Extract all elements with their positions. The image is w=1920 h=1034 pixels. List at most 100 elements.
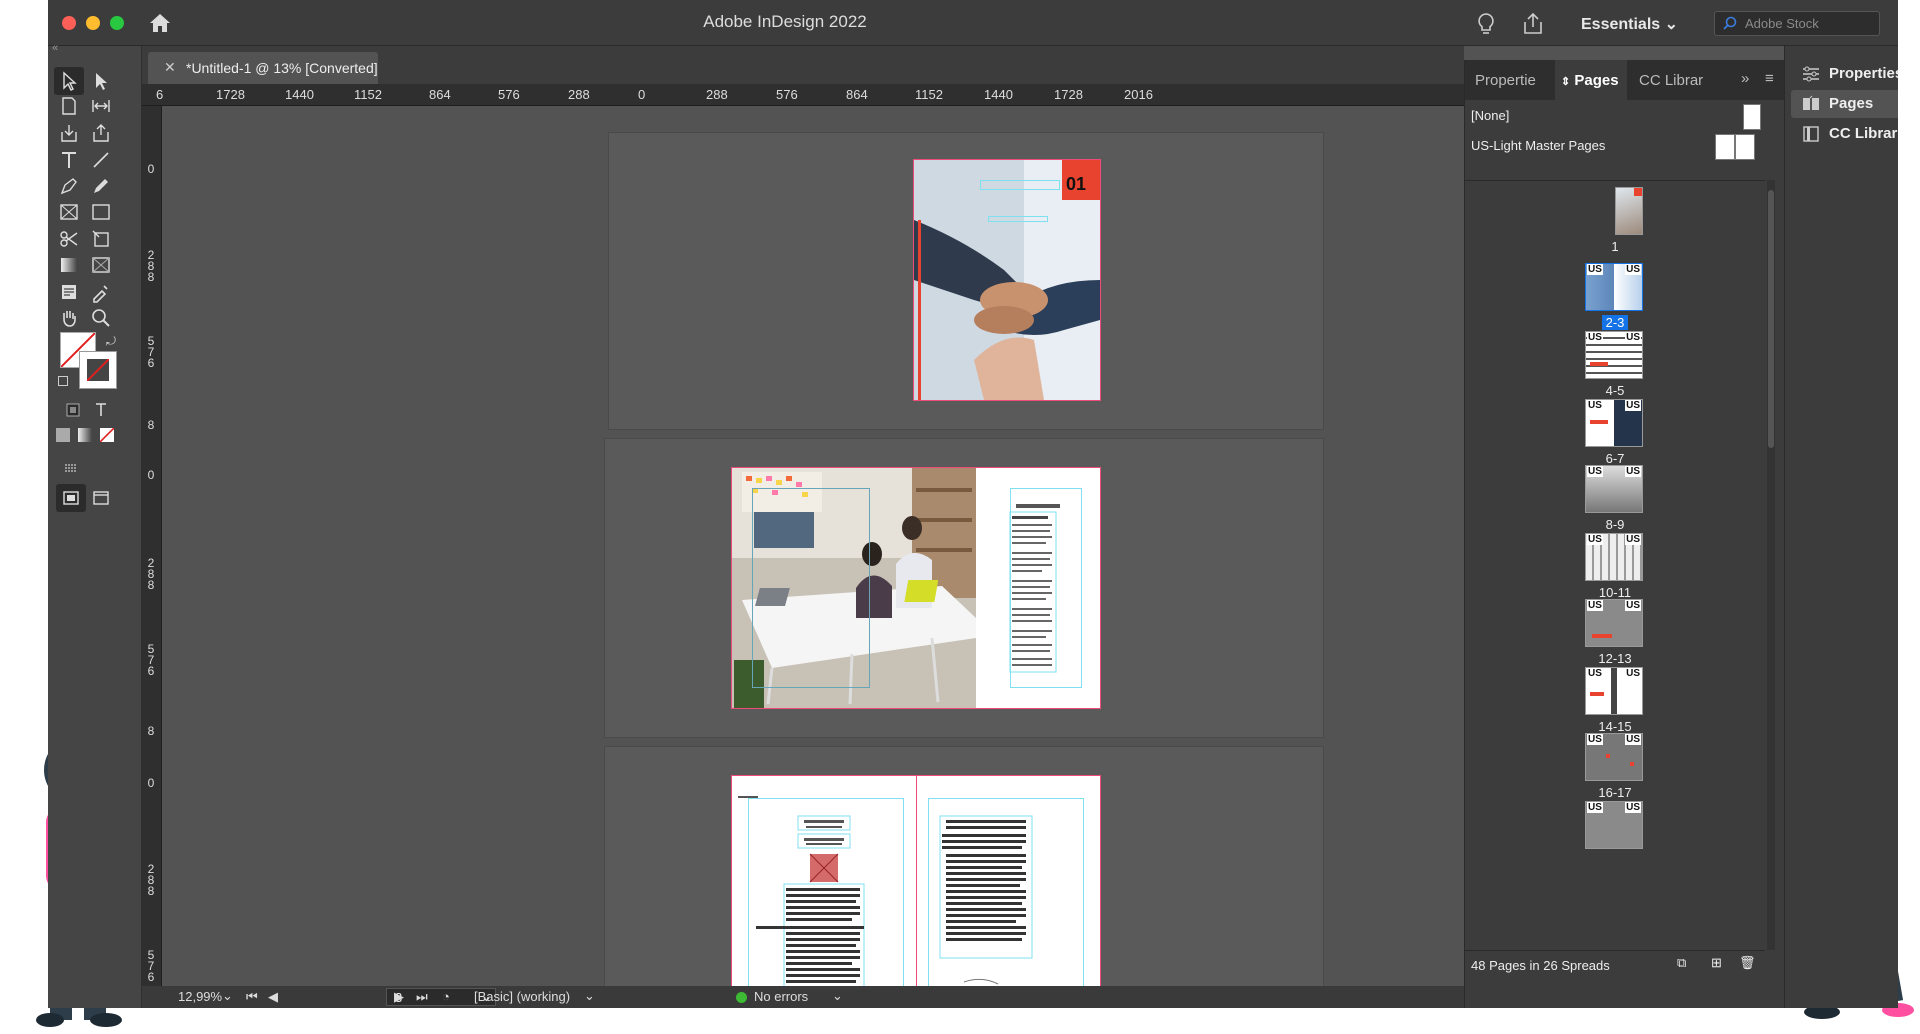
default-colors-icon[interactable] — [58, 376, 68, 386]
swap-colors-icon[interactable]: ⤾ — [106, 334, 116, 349]
apply-gradient-button[interactable] — [78, 428, 92, 442]
text-t-icon — [96, 403, 106, 416]
dots-icon — [65, 464, 77, 472]
close-tab-icon[interactable]: ✕ — [164, 59, 176, 76]
preflight-errors[interactable]: No errors — [754, 989, 808, 1004]
gap-icon — [92, 100, 110, 112]
edit-toolbar-button[interactable] — [56, 454, 86, 482]
lightbulb-icon[interactable] — [1476, 12, 1496, 36]
master-none[interactable]: [None] — [1471, 108, 1509, 123]
spread-label-text: 16-17 — [1598, 785, 1632, 800]
spread-thumbnail: US US — [1585, 331, 1643, 379]
scissors-tool[interactable] — [54, 225, 84, 253]
gradient-feather-icon — [92, 257, 110, 273]
formatting-affects-text[interactable] — [86, 396, 116, 424]
adobe-stock-search[interactable]: Adobe Stock — [1714, 11, 1880, 36]
delete-page-icon[interactable]: 🗑 — [1739, 955, 1756, 971]
pen-tool[interactable] — [54, 172, 84, 200]
next-page-icon[interactable]: ▶ — [394, 989, 404, 1005]
document-canvas[interactable]: 01 — [162, 106, 1464, 986]
dock-pages[interactable]: Pages — [1791, 90, 1898, 118]
spread-label: 1 — [1465, 239, 1765, 254]
pencil-tool[interactable] — [86, 172, 116, 200]
pages-scrollbar[interactable] — [1767, 180, 1775, 950]
gradient-swatch-tool[interactable] — [54, 251, 84, 279]
share-icon[interactable] — [1522, 12, 1544, 36]
dock-cc-libraries-label: CC Libraries — [1829, 125, 1898, 142]
spread-4-5[interactable] — [732, 776, 1100, 986]
rectangle-icon — [92, 204, 110, 220]
ruler-label: 2 8 8 — [147, 862, 155, 898]
ruler-label: 2016 — [1124, 87, 1153, 102]
spread-thumbnail: US US — [1585, 533, 1643, 581]
errors-dropdown-icon[interactable]: ⌄ — [832, 988, 843, 1004]
none-slash-icon — [87, 359, 109, 381]
content-placer-tool[interactable] — [86, 119, 116, 147]
new-page-icon[interactable]: ⊞ — [1711, 955, 1722, 971]
rectangle-frame-tool[interactable] — [54, 198, 84, 226]
preview-mode[interactable] — [86, 484, 116, 512]
collapse-arrows-icon[interactable]: « — [52, 42, 58, 54]
edit-page-size-icon[interactable]: ⧉ — [1677, 955, 1686, 971]
stroke-swatch[interactable] — [79, 351, 117, 389]
zoom-tool[interactable] — [86, 304, 116, 332]
spread-2-3[interactable] — [732, 468, 1100, 708]
page-tool[interactable] — [54, 92, 84, 120]
master-us-light-left-thumbnail[interactable] — [1715, 134, 1735, 160]
master-us-light[interactable]: US-Light Master Pages — [1471, 138, 1605, 153]
workspace-switcher[interactable]: Essentials ⌄ — [1581, 14, 1678, 34]
spread-label-text: 6-7 — [1605, 451, 1625, 466]
spread-label: 14-15 — [1465, 719, 1765, 734]
profile-dropdown-icon[interactable]: ⌄ — [584, 988, 595, 1004]
gap-tool[interactable] — [86, 92, 116, 120]
master-none-thumbnail[interactable] — [1743, 104, 1761, 130]
formatting-affects-container[interactable] — [58, 396, 88, 424]
dock-cc-libraries[interactable]: CC Libraries — [1791, 120, 1898, 148]
first-page-icon[interactable]: ⏮ — [246, 989, 258, 1005]
previous-page-icon[interactable]: ◀ — [268, 989, 278, 1005]
normal-view-mode[interactable] — [56, 484, 86, 512]
screen-mode-icon — [63, 491, 79, 505]
content-collector-tool[interactable] — [54, 119, 84, 147]
note-tool[interactable] — [54, 278, 84, 306]
expand-panel-icon[interactable]: » — [1741, 70, 1749, 87]
tab-cc-libraries[interactable]: CC Librar — [1639, 72, 1703, 89]
page-thumbnails-list[interactable]: 1 US US 2-3 US US 4-5 US US 6-7 US US 8-… — [1465, 180, 1765, 950]
eyedropper-tool[interactable] — [86, 278, 116, 306]
gradient-feather-tool[interactable] — [86, 251, 116, 279]
rectangle-tool[interactable] — [86, 198, 116, 226]
apply-color-button[interactable] — [56, 428, 70, 442]
page-1-cover[interactable]: 01 — [914, 160, 1100, 400]
spread-thumbnail: US US — [1585, 599, 1643, 647]
selection-tool[interactable] — [54, 67, 84, 95]
spread-label: 4-5 — [1465, 383, 1765, 398]
horizontal-ruler[interactable]: 6 1728 1440 1152 864 576 288 0 288 576 8… — [142, 84, 1464, 106]
line-tool[interactable] — [86, 146, 116, 174]
line-icon — [93, 152, 109, 168]
last-page-icon[interactable]: ⏭ — [416, 989, 428, 1005]
preflight-profile[interactable]: [Basic] (working) — [474, 989, 570, 1004]
panel-menu-icon[interactable]: ≡ — [1765, 70, 1774, 87]
dock-properties[interactable]: Properties — [1791, 60, 1898, 88]
zoom-dropdown-icon[interactable]: ⌄ — [222, 988, 233, 1004]
vertical-ruler[interactable]: 0 2 8 8 5 7 6 8 0 2 8 8 5 7 6 8 0 2 8 8 … — [142, 106, 162, 986]
apply-none-button[interactable] — [99, 427, 115, 443]
search-icon — [1723, 16, 1737, 30]
direct-selection-tool[interactable] — [86, 67, 116, 95]
spread-thumbnail: US US — [1585, 667, 1643, 715]
spread-thumbnail: US US — [1585, 465, 1643, 513]
tab-pages[interactable]: ⇕ Pages — [1561, 72, 1619, 89]
master-us-light-right-thumbnail[interactable] — [1735, 134, 1755, 160]
zoom-level[interactable]: 12,99% — [178, 989, 222, 1004]
hand-tool[interactable] — [54, 304, 84, 332]
free-transform-tool[interactable] — [86, 225, 116, 253]
master-badge: US — [1625, 802, 1641, 813]
panel-tabs: Propertie ⇕ Pages CC Librar » ≡ — [1465, 60, 1784, 100]
ruler-label: 1440 — [285, 87, 314, 102]
tab-properties[interactable]: Propertie — [1475, 72, 1536, 89]
document-tab[interactable]: ✕ *Untitled-1 @ 13% [Converted] — [148, 52, 378, 84]
status-bar: 12,99% ⌄ ⏮ ◀ 3 ⌄ ▶ ⏭ ◔ [Basic] (working) … — [142, 986, 1464, 1008]
document-open-icon[interactable]: ◔ — [442, 989, 450, 1004]
scrollbar-thumb[interactable] — [1768, 190, 1774, 448]
type-tool[interactable] — [54, 146, 84, 174]
